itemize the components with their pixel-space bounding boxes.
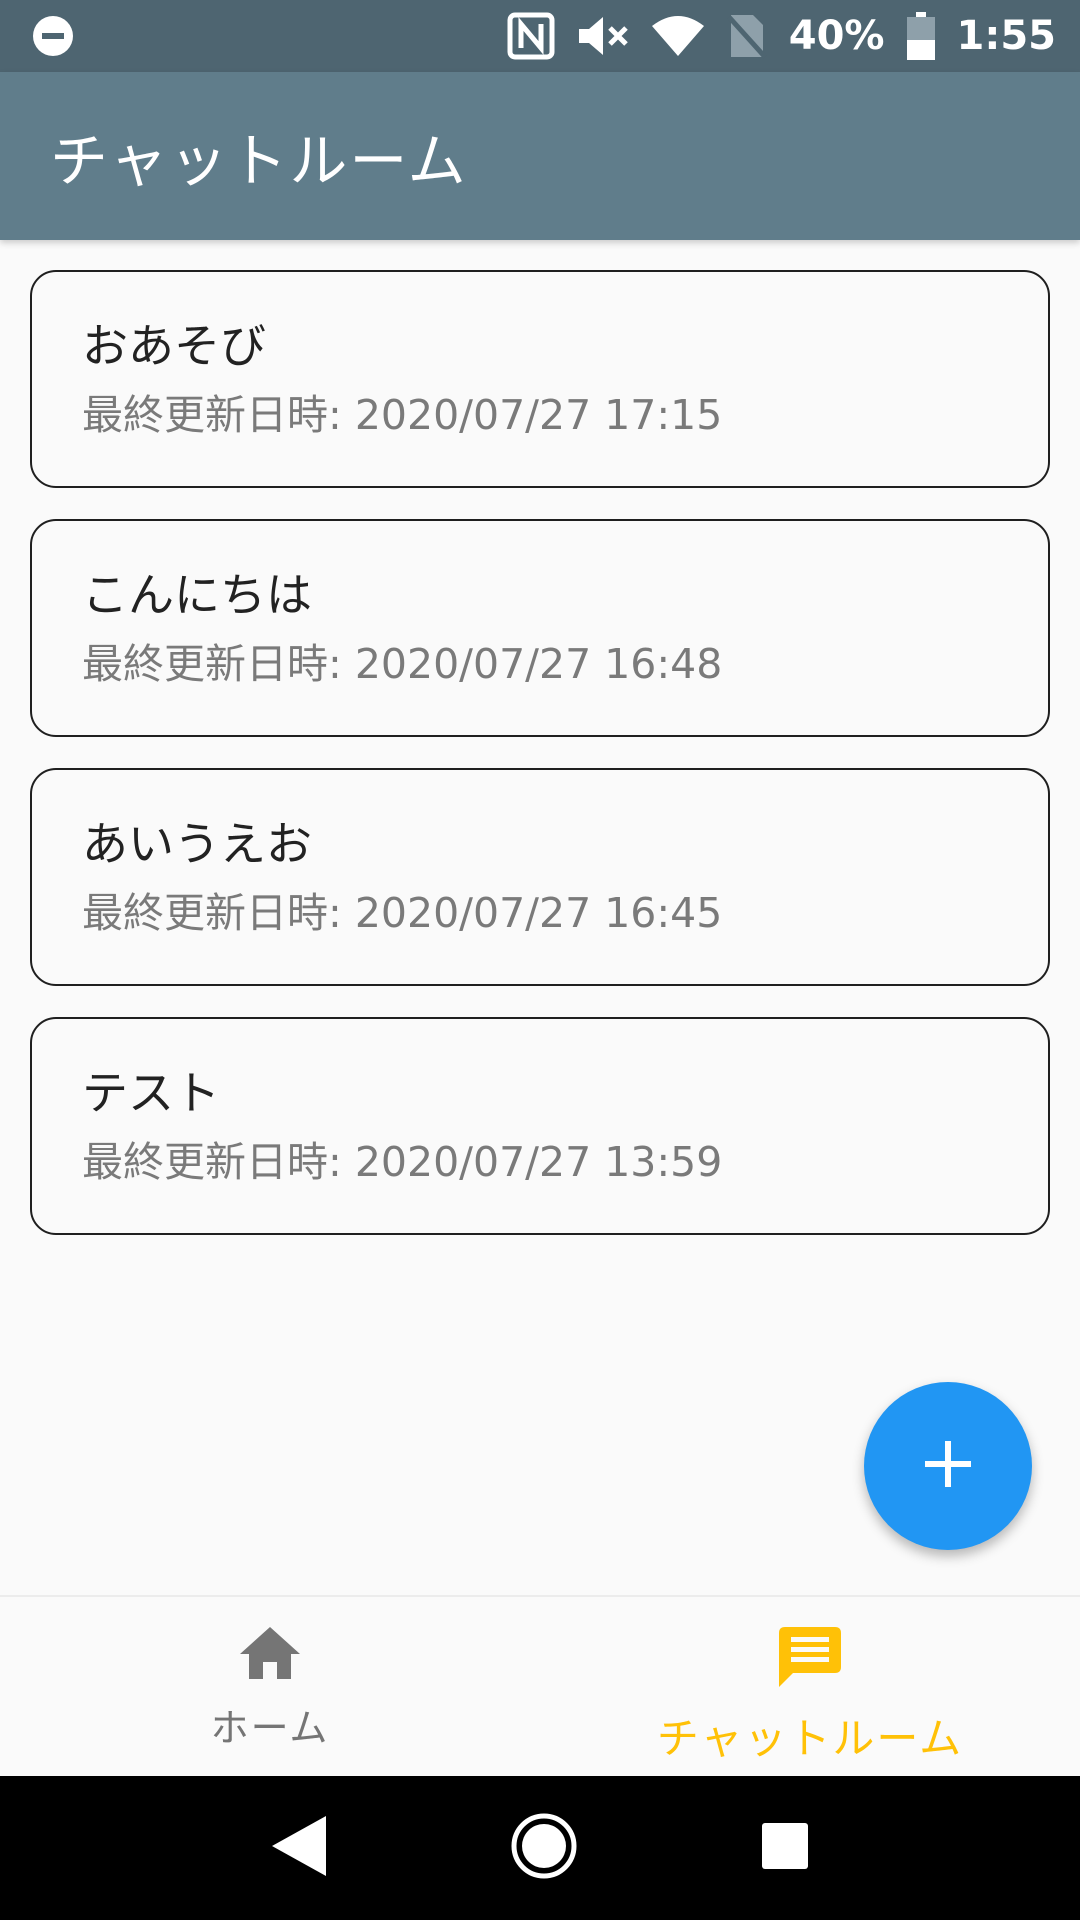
room-name: こんにちは xyxy=(82,568,312,622)
home-circle-icon[interactable] xyxy=(510,1812,578,1884)
room-updated-at: 最終更新日時: 2020/07/27 17:15 xyxy=(82,391,723,439)
room-name: あいうえお xyxy=(82,817,312,871)
screen: 40% 1:55 チャットルーム おあそび 最終更新日時: 2020/07/27… xyxy=(0,0,1080,1920)
room-updated-at: 最終更新日時: 2020/07/27 13:59 xyxy=(82,1138,723,1186)
nav-label: チャットルーム xyxy=(656,1714,964,1763)
battery-icon xyxy=(906,12,935,60)
room-updated-at: 最終更新日時: 2020/07/27 16:45 xyxy=(82,889,723,937)
battery-percent: 40% xyxy=(788,13,885,59)
room-card[interactable]: あいうえお 最終更新日時: 2020/07/27 16:45 xyxy=(30,768,1050,986)
system-navigation-bar xyxy=(0,1776,1080,1920)
no-sim-icon xyxy=(726,13,767,59)
add-room-button[interactable] xyxy=(864,1382,1032,1550)
app-bar: チャットルーム xyxy=(0,72,1080,240)
do-not-disturb-icon xyxy=(32,15,74,57)
back-icon[interactable] xyxy=(272,1816,326,1880)
clock: 1:55 xyxy=(956,13,1057,59)
home-icon xyxy=(240,1627,300,1683)
room-name: おあそび xyxy=(82,319,266,373)
room-card[interactable]: テスト 最終更新日時: 2020/07/27 13:59 xyxy=(30,1017,1050,1235)
plus-icon xyxy=(925,1441,971,1491)
chat-icon xyxy=(779,1627,841,1691)
status-bar: 40% 1:55 xyxy=(0,0,1080,72)
nav-label: ホーム xyxy=(210,1706,330,1750)
room-updated-at: 最終更新日時: 2020/07/27 16:48 xyxy=(82,640,723,688)
wifi-icon xyxy=(651,14,705,58)
mute-icon xyxy=(577,14,629,58)
recents-icon[interactable] xyxy=(762,1823,808,1873)
nfc-icon xyxy=(507,12,555,60)
room-card[interactable]: おあそび 最終更新日時: 2020/07/27 17:15 xyxy=(30,270,1050,488)
room-name: テスト xyxy=(82,1066,220,1120)
nav-item-chatroom[interactable]: チャットルーム xyxy=(540,1597,1080,1776)
room-card[interactable]: こんにちは 最終更新日時: 2020/07/27 16:48 xyxy=(30,519,1050,737)
bottom-navigation: ホーム チャットルーム xyxy=(0,1595,1080,1776)
room-list: おあそび 最終更新日時: 2020/07/27 17:15 こんにちは 最終更新… xyxy=(30,270,1050,1266)
page-title: チャットルーム xyxy=(50,127,468,195)
nav-item-home[interactable]: ホーム xyxy=(0,1597,540,1776)
